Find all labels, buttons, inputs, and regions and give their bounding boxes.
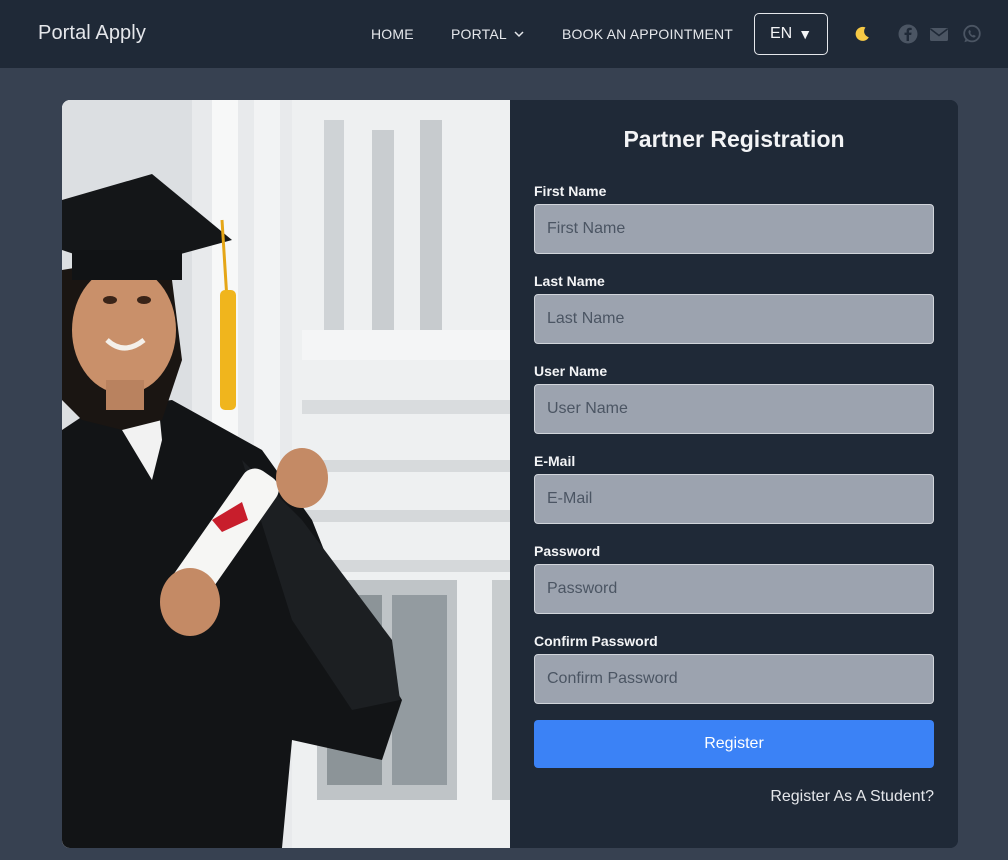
graduate-illustration [62,100,510,848]
user-name-label: User Name [534,363,608,379]
brand-logo[interactable]: Portal Apply [38,22,146,45]
nav-portal-dropdown[interactable]: PORTAL [451,26,525,42]
moon-icon[interactable] [852,24,872,44]
whatsapp-icon[interactable] [962,24,982,44]
language-select[interactable]: EN ▼ [754,13,828,55]
confirm-password-label: Confirm Password [534,633,658,649]
password-field[interactable] [534,564,934,614]
first-name-label: First Name [534,183,607,199]
registration-card: Partner Registration First Name Last Nam… [62,100,958,848]
facebook-icon[interactable] [898,24,918,44]
last-name-label: Last Name [534,273,605,289]
nav-home-link[interactable]: HOME [371,26,414,42]
mail-icon[interactable] [929,24,949,44]
last-name-field[interactable] [534,294,934,344]
register-as-student-link[interactable]: Register As A Student? [770,788,934,806]
first-name-field[interactable] [534,204,934,254]
nav-portal-label: PORTAL [451,26,507,42]
confirm-password-field[interactable] [534,654,934,704]
chevron-down-icon [514,31,524,38]
user-name-field[interactable] [534,384,934,434]
email-label: E-Mail [534,453,576,469]
register-button[interactable]: Register [534,720,934,768]
form-title: Partner Registration [623,126,845,152]
password-label: Password [534,543,601,559]
nav-book-appointment-link[interactable]: BOOK AN APPOINTMENT [562,26,733,42]
language-label: EN [769,25,793,42]
caret-down-icon: ▼ [798,26,813,42]
registration-form: Partner Registration First Name Last Nam… [510,100,958,848]
top-navbar: Portal Apply HOME PORTAL BOOK AN APPOINT… [0,0,1008,68]
graduate-photo [62,100,510,848]
email-field[interactable] [534,474,934,524]
